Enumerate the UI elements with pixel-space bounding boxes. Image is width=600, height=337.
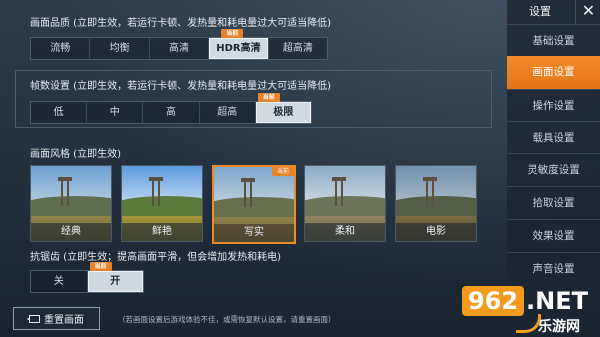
sidebar-item-pickup[interactable]: 拾取设置 [507,186,600,218]
fps-option-medium[interactable]: 中 [87,102,144,123]
thumb-tower [149,177,163,206]
quality-option-hdr[interactable]: 当前 HDR高清 [209,29,269,59]
thumb-hill [396,196,476,216]
thumb-tower [58,177,72,206]
current-tag: 当前 [272,167,294,176]
antialiasing-title: 抗锯齿 (立即生效；提高画面平滑，但会增加发热和耗电) [30,252,281,263]
style-option-label: 柔和 [305,223,385,241]
thumb-tower [423,177,437,206]
sidebar-item-effects[interactable]: 效果设置 [507,219,600,251]
thumb-hill [305,196,385,216]
sidebar-item-controls[interactable]: 操作设置 [507,89,600,121]
reset-graphics-button[interactable]: 重置画面 [13,307,100,330]
frame-rate-title: 帧数设置 (立即生效，若运行卡顿、发热量和耗电量过大可适当降低) [30,81,331,92]
reset-icon [27,314,40,323]
antialiasing-option-on[interactable]: 当前 开 [87,262,143,292]
frame-rate-selector: 低 中 高 超高 当前 极限 [30,93,312,124]
sidebar-item-audio[interactable]: 声音设置 [507,252,600,284]
style-option-classic[interactable]: 经典 [30,165,112,242]
antialiasing-option-off[interactable]: 关 [31,271,88,292]
style-option-soft[interactable]: 柔和 [304,165,386,242]
sidebar-item-basic[interactable]: 基础设置 [507,24,600,56]
current-tag: 当前 [257,93,280,102]
close-icon[interactable]: ✕ [575,0,600,24]
fps-option-ultra[interactable]: 超高 [200,102,256,123]
thumb-tower [332,177,346,206]
current-tag: 当前 [89,262,112,271]
style-option-label: 写实 [214,224,294,242]
thumb-hill [31,196,111,216]
style-title: 画面风格 (立即生效) [30,149,121,160]
fps-option-extreme[interactable]: 当前 极限 [255,93,312,123]
sidebar-item-graphics[interactable]: 画面设置 [507,56,600,89]
fps-option-extreme-label: 极限 [273,107,294,118]
quality-option-hd[interactable]: 高清 [150,38,210,59]
thumb-hill [122,196,202,216]
style-option-label: 鲜艳 [122,223,202,241]
watermark-suffix: .NET [526,287,588,315]
thumb-tower [241,178,255,207]
sidebar-item-vehicle[interactable]: 载具设置 [507,121,600,153]
site-watermark: 962 .NET 乐游网 [462,284,600,337]
antialiasing-selector: 关 当前 开 [30,262,144,293]
style-option-label: 经典 [31,223,111,241]
watermark-number: 962 [462,286,524,316]
style-option-vivid[interactable]: 鲜艳 [121,165,203,242]
quality-option-hdr-label: HDR高清 [216,43,261,54]
antialiasing-option-on-label: 开 [110,276,121,287]
watermark-sub: 乐游网 [538,319,580,335]
quality-option-balanced[interactable]: 均衡 [90,38,150,59]
graphics-quality-selector: 流畅 均衡 高清 当前 HDR高清 超高清 [30,29,328,60]
current-tag: 当前 [221,29,244,38]
style-option-realistic[interactable]: 当前 写实 [212,165,296,244]
sidebar-title: 设置 [529,5,551,18]
fps-option-low[interactable]: 低 [31,102,88,123]
footer-note: （若画面设置后游戏体验不佳，或需恢复默认设置，请重置画面） [118,315,336,324]
reset-graphics-label: 重置画面 [44,315,84,326]
sidebar-item-sensitivity[interactable]: 灵敏度设置 [507,153,600,185]
quality-option-smooth[interactable]: 流畅 [31,38,91,59]
style-option-label: 电影 [396,223,476,241]
thumb-hill [214,197,294,217]
quality-option-ultra[interactable]: 超高清 [269,38,327,59]
fps-option-high[interactable]: 高 [143,102,200,123]
style-option-cinematic[interactable]: 电影 [395,165,477,242]
graphics-quality-title: 画面品质 (立即生效，若运行卡顿、发热量和耗电量过大可适当降低) [30,18,331,29]
